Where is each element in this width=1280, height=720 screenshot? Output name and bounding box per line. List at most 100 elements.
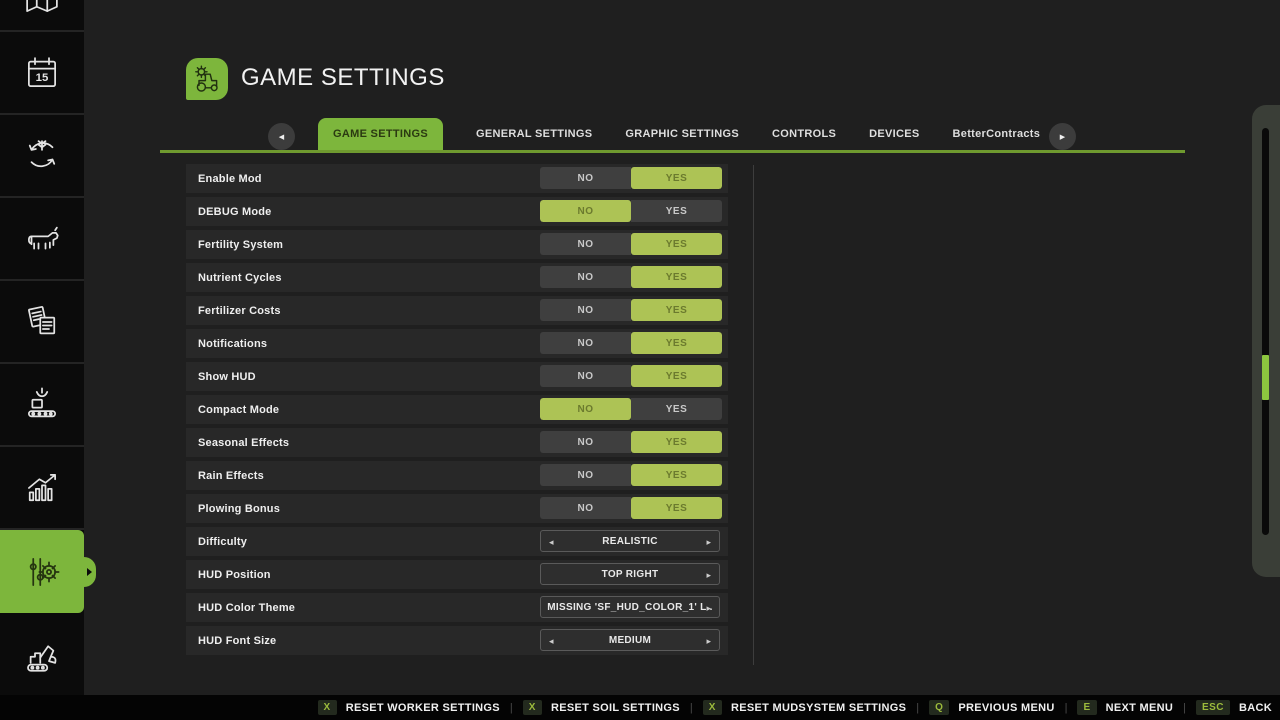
tabs-prev-button[interactable]: ◀ — [268, 123, 295, 150]
keybind-separator: | — [1183, 702, 1186, 714]
sidebar-item-crop-rotation[interactable] — [0, 115, 84, 198]
keybind-item[interactable]: X RESET WORKER SETTINGS | — [318, 700, 523, 715]
tab-label: GAME SETTINGS — [333, 128, 428, 140]
toggle-no-button[interactable]: NO — [540, 332, 631, 354]
map-icon — [21, 0, 63, 19]
keybind-label: NEXT MENU — [1106, 702, 1173, 714]
settings-row: Enable Mod NO YES — [186, 164, 728, 193]
option-selector: ◂ MEDIUM ▸ — [540, 629, 720, 651]
panel-divider — [753, 165, 754, 665]
toggle-yes-button[interactable]: YES — [631, 497, 722, 519]
toggle-no-button[interactable]: NO — [540, 398, 631, 420]
toggle-yes-button[interactable]: YES — [631, 233, 722, 255]
tab-label: GENERAL SETTINGS — [476, 128, 592, 140]
tab-label: GRAPHIC SETTINGS — [625, 128, 739, 140]
settings-row: Plowing Bonus NO YES — [186, 494, 728, 523]
toggle-yes-button[interactable]: YES — [631, 332, 722, 354]
yes-no-toggle: NO YES — [540, 398, 722, 420]
selected-option: MEDIUM — [609, 635, 651, 646]
keybind-item[interactable]: ESC BACK — [1196, 700, 1272, 715]
sidebar-item-animals[interactable] — [0, 198, 84, 281]
toggle-no-button[interactable]: NO — [540, 167, 631, 189]
keybind-separator: | — [690, 702, 693, 714]
chevron-left-icon: ◀ — [279, 133, 284, 141]
keybind-label: PREVIOUS MENU — [958, 702, 1054, 714]
keybind-item[interactable]: Q PREVIOUS MENU | — [929, 700, 1077, 715]
tab[interactable]: GRAPHIC SETTINGS — [625, 118, 739, 150]
prev-option-icon[interactable]: ◂ — [549, 630, 554, 652]
toggle-yes-button[interactable]: YES — [631, 200, 722, 222]
calendar-icon: 15 — [21, 52, 63, 94]
tab[interactable]: GENERAL SETTINGS — [476, 118, 592, 150]
toggle-no-button[interactable]: NO — [540, 431, 631, 453]
keybind-label: BACK — [1239, 702, 1272, 714]
sidebar-item-statistics[interactable] — [0, 447, 84, 530]
settings-row: HUD Font Size ◂ MEDIUM ▸ — [186, 626, 728, 655]
setting-label: Compact Mode — [186, 404, 279, 416]
toggle-no-button[interactable]: NO — [540, 365, 631, 387]
yes-no-toggle: NO YES — [540, 200, 722, 222]
tab-label: DEVICES — [869, 128, 919, 140]
settings-row: Rain Effects NO YES — [186, 461, 728, 490]
prev-option-icon[interactable]: ◂ — [549, 531, 554, 553]
keybind-label: RESET SOIL SETTINGS — [551, 702, 680, 714]
tab[interactable]: GAME SETTINGS — [318, 118, 443, 151]
settings-row: Show HUD NO YES — [186, 362, 728, 391]
toggle-no-button[interactable]: NO — [540, 464, 631, 486]
next-option-icon[interactable]: ▸ — [706, 564, 711, 586]
svg-text:15: 15 — [36, 71, 49, 83]
settings-row: DEBUG Mode NO YES — [186, 197, 728, 226]
keybind-label: RESET WORKER SETTINGS — [346, 702, 500, 714]
production-icon — [21, 384, 63, 426]
key-badge: ESC — [1196, 700, 1230, 715]
option-selector: ◂ REALISTIC ▸ — [540, 530, 720, 552]
yes-no-toggle: NO YES — [540, 497, 722, 519]
tab[interactable]: BetterContracts — [953, 118, 1041, 150]
setting-label: Rain Effects — [186, 470, 264, 482]
toggle-no-button[interactable]: NO — [540, 200, 631, 222]
tabs-next-button[interactable]: ▶ — [1049, 123, 1076, 150]
setting-label: Difficulty — [186, 536, 247, 548]
toggle-yes-button[interactable]: YES — [631, 266, 722, 288]
selected-option: MISSING 'SF_HUD_COLOR_1' L.. — [547, 602, 712, 613]
toggle-yes-button[interactable]: YES — [631, 431, 722, 453]
toggle-no-button[interactable]: NO — [540, 233, 631, 255]
toggle-no-button[interactable]: NO — [540, 497, 631, 519]
toggle-yes-button[interactable]: YES — [631, 365, 722, 387]
next-option-icon[interactable]: ▸ — [706, 630, 711, 652]
key-badge: X — [523, 700, 542, 715]
keybind-label: RESET MUDSYSTEM SETTINGS — [731, 702, 906, 714]
sidebar-item-production[interactable] — [0, 364, 84, 447]
next-option-icon[interactable]: ▸ — [706, 531, 711, 553]
option-selector: ◂ TOP RIGHT ▸ — [540, 563, 720, 585]
toggle-yes-button[interactable]: YES — [631, 299, 722, 321]
keybind-item[interactable]: X RESET MUDSYSTEM SETTINGS | — [703, 700, 929, 715]
key-badge: Q — [929, 700, 949, 715]
sidebar-item-map[interactable] — [0, 0, 84, 32]
keybind-item[interactable]: E NEXT MENU | — [1077, 700, 1196, 715]
sidebar-item-contracts[interactable] — [0, 281, 84, 364]
keybind-item[interactable]: X RESET SOIL SETTINGS | — [523, 700, 703, 715]
tab[interactable]: CONTROLS — [772, 118, 836, 150]
setting-label: Show HUD — [186, 371, 256, 383]
sidebar-item-construction[interactable] — [0, 613, 84, 697]
settings-row: Difficulty ◂ REALISTIC ▸ — [186, 527, 728, 556]
toggle-no-button[interactable]: NO — [540, 266, 631, 288]
sidebar-item-settings[interactable] — [0, 530, 84, 613]
tab[interactable]: DEVICES — [869, 118, 919, 150]
scrollbar-thumb[interactable] — [1262, 355, 1269, 400]
toggle-yes-button[interactable]: YES — [631, 464, 722, 486]
selected-option: TOP RIGHT — [602, 569, 659, 580]
toggle-yes-button[interactable]: YES — [631, 167, 722, 189]
next-option-icon[interactable]: ▸ — [706, 597, 711, 619]
key-badge: X — [318, 700, 337, 715]
yes-no-toggle: NO YES — [540, 299, 722, 321]
scrollbar-track[interactable] — [1262, 128, 1269, 535]
crop-rotation-icon — [21, 135, 63, 177]
toggle-no-button[interactable]: NO — [540, 299, 631, 321]
sidebar-item-calendar[interactable]: 15 — [0, 32, 84, 115]
settings-row: Compact Mode NO YES — [186, 395, 728, 424]
toggle-yes-button[interactable]: YES — [631, 398, 722, 420]
keybind-bar: X RESET WORKER SETTINGS | X RESET SOIL S… — [0, 695, 1280, 720]
setting-label: HUD Font Size — [186, 635, 276, 647]
